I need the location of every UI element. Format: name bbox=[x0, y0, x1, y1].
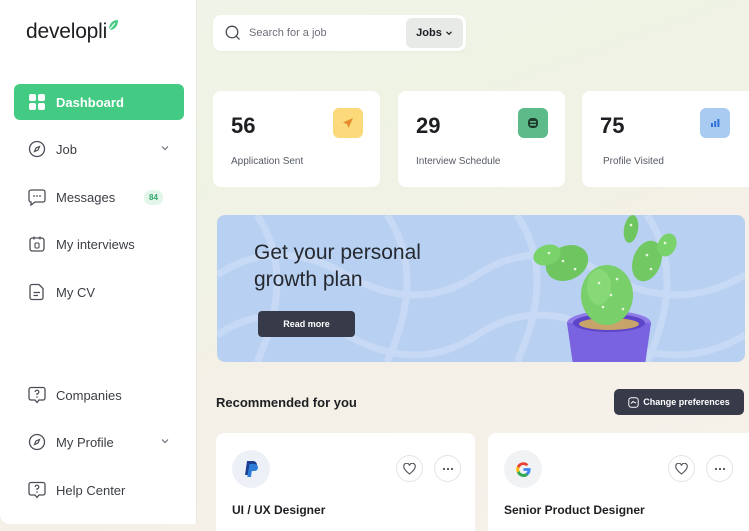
sidebar-item-label: My Profile bbox=[56, 434, 114, 450]
sidebar: developli Dashboard Job Messages 84 My i… bbox=[0, 0, 196, 524]
growth-plan-banner: Get your personal growth plan Read more bbox=[217, 215, 745, 362]
stat-label: Application Sent bbox=[231, 156, 304, 167]
calendar-icon bbox=[29, 236, 45, 252]
grid-icon bbox=[29, 94, 45, 110]
compass-icon bbox=[28, 140, 46, 158]
paypal-icon bbox=[232, 450, 270, 488]
change-preferences-label: Change preferences bbox=[643, 397, 730, 407]
google-icon bbox=[504, 450, 542, 488]
stat-card-interviews[interactable]: 29 Interview Schedule bbox=[398, 91, 565, 187]
job-card[interactable]: UI / UX Designer bbox=[216, 433, 475, 531]
brand-logo[interactable]: developli bbox=[26, 20, 119, 44]
search-filter-label: Jobs bbox=[416, 27, 442, 39]
chevron-down-icon bbox=[161, 146, 169, 151]
stat-card-profile-visits[interactable]: 75 Profile Visited bbox=[582, 91, 749, 187]
job-title: Senior Product Designer bbox=[504, 503, 645, 517]
favorite-button[interactable] bbox=[396, 455, 423, 482]
sidebar-item-my-cv[interactable]: My CV bbox=[14, 274, 184, 310]
compass-icon bbox=[28, 433, 46, 451]
search-filter-dropdown[interactable]: Jobs bbox=[406, 18, 463, 48]
sidebar-item-label: My interviews bbox=[56, 236, 135, 252]
chevron-down-icon bbox=[161, 439, 169, 444]
preferences-icon bbox=[628, 396, 639, 408]
stat-label: Profile Visited bbox=[603, 156, 664, 167]
stat-value: 56 bbox=[231, 113, 256, 138]
sidebar-item-my-interviews[interactable]: My interviews bbox=[14, 226, 184, 262]
sidebar-item-dashboard[interactable]: Dashboard bbox=[14, 84, 184, 120]
job-title: UI / UX Designer bbox=[232, 503, 326, 517]
favorite-button[interactable] bbox=[668, 455, 695, 482]
send-icon bbox=[333, 108, 363, 138]
banner-title: Get your personal growth plan bbox=[254, 241, 421, 291]
heart-icon bbox=[403, 462, 416, 475]
search-bar: Jobs bbox=[213, 15, 466, 51]
search-input[interactable] bbox=[249, 27, 399, 39]
more-options-button[interactable] bbox=[434, 455, 461, 482]
more-icon bbox=[714, 467, 725, 470]
sidebar-item-help-center[interactable]: Help Center bbox=[14, 472, 184, 508]
sidebar-item-label: Help Center bbox=[56, 482, 126, 498]
more-options-button[interactable] bbox=[706, 455, 733, 482]
sidebar-item-label: Job bbox=[56, 141, 77, 157]
leaf-icon bbox=[108, 20, 119, 31]
chevron-down-icon bbox=[445, 31, 452, 36]
sidebar-item-label: Companies bbox=[56, 387, 122, 403]
stat-card-applications[interactable]: 56 Application Sent bbox=[213, 91, 380, 187]
bar-chart-icon bbox=[700, 108, 730, 138]
read-more-button[interactable]: Read more bbox=[258, 311, 355, 337]
document-icon bbox=[29, 283, 44, 301]
app-root: developli Dashboard Job Messages 84 My i… bbox=[0, 0, 749, 531]
section-title: Recommended for you bbox=[216, 395, 357, 410]
stat-label: Interview Schedule bbox=[416, 156, 501, 167]
chat-icon bbox=[518, 108, 548, 138]
sidebar-item-job[interactable]: Job bbox=[14, 131, 184, 167]
stat-value: 29 bbox=[416, 113, 441, 138]
stat-value: 75 bbox=[600, 113, 625, 138]
sidebar-item-label: Dashboard bbox=[56, 94, 124, 110]
heart-icon bbox=[675, 462, 688, 475]
sidebar-item-my-profile[interactable]: My Profile bbox=[14, 424, 184, 460]
sidebar-item-messages[interactable]: Messages 84 bbox=[14, 179, 184, 215]
brand-name: developli bbox=[26, 20, 108, 43]
sidebar-item-label: My CV bbox=[56, 284, 95, 300]
help-bubble-icon bbox=[28, 386, 46, 404]
more-icon bbox=[442, 467, 453, 470]
job-card[interactable]: Senior Product Designer bbox=[488, 433, 749, 531]
change-preferences-button[interactable]: Change preferences bbox=[614, 389, 744, 415]
sidebar-item-label: Messages bbox=[56, 189, 116, 205]
search-icon bbox=[225, 25, 240, 40]
sidebar-item-companies[interactable]: Companies bbox=[14, 377, 184, 413]
help-bubble-icon bbox=[28, 481, 46, 499]
message-icon bbox=[28, 189, 46, 206]
cactus-illustration bbox=[533, 215, 677, 362]
unread-badge: 84 bbox=[144, 190, 163, 205]
